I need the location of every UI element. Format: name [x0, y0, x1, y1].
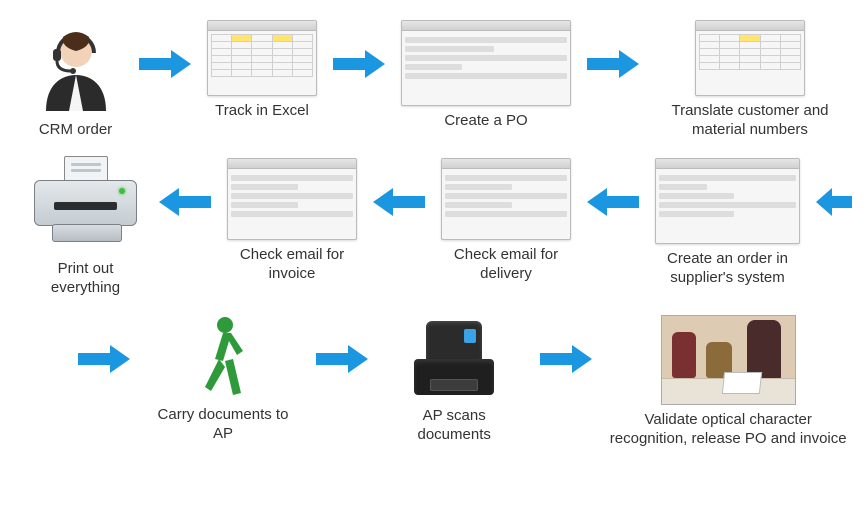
- walking-person-icon: [193, 315, 253, 400]
- step-track-excel: Track in Excel: [207, 20, 317, 121]
- step-create-po: Create a PO: [401, 20, 571, 131]
- excel-window-icon: [207, 20, 317, 96]
- step-label: Translate customer and material numbers: [655, 102, 845, 140]
- step-label: Create a PO: [444, 112, 527, 131]
- step-create-supplier-order: Create an order in supplier's system: [655, 158, 800, 288]
- printer-icon: [28, 154, 143, 254]
- step-check-invoice: Check email for invoice: [227, 158, 357, 284]
- step-label: Check email for invoice: [227, 246, 357, 284]
- step-label: Validate optical character recognition, …: [608, 411, 848, 449]
- step-label: Create an order in supplier's system: [655, 250, 800, 288]
- flow-row-3: Carry documents to AP AP scans documents…: [28, 315, 848, 449]
- step-print: Print out everything: [28, 154, 143, 298]
- step-crm-order: CRM order: [28, 20, 123, 140]
- arrow-right-icon: [68, 319, 140, 399]
- step-check-delivery: Check email for delivery: [441, 158, 571, 284]
- email-window-icon: [441, 158, 571, 240]
- arrow-left-icon: [577, 162, 649, 242]
- step-validate-ocr: Validate optical character recognition, …: [608, 315, 848, 449]
- arrow-right-icon: [129, 24, 201, 104]
- person-headset-icon: [28, 20, 123, 115]
- arrow-left-icon: [363, 162, 435, 242]
- flow-row-2: Print out everything Check email for inv…: [28, 158, 848, 298]
- arrow-right-icon: [323, 24, 395, 104]
- arrow-left-icon: [149, 162, 221, 242]
- arrow-right-icon: [306, 319, 378, 399]
- email-window-icon: [227, 158, 357, 240]
- arrow-left-icon: [806, 162, 862, 242]
- step-label: Check email for delivery: [441, 246, 571, 284]
- step-ap-scans: AP scans documents: [384, 315, 524, 445]
- step-label: CRM order: [39, 121, 112, 140]
- form-window-icon: [655, 158, 800, 244]
- flow-row-1: CRM order Track in Excel: [28, 20, 848, 140]
- step-label: Print out everything: [28, 260, 143, 298]
- step-label: Track in Excel: [215, 102, 309, 121]
- arrow-right-icon: [530, 319, 602, 399]
- step-label: AP scans documents: [384, 407, 524, 445]
- erp-window-icon: [401, 20, 571, 106]
- step-carry-to-ap: Carry documents to AP: [146, 315, 300, 444]
- arrow-right-icon: [577, 24, 649, 104]
- spreadsheet-window-icon: [695, 20, 805, 96]
- office-photo-icon: [661, 315, 796, 405]
- step-label: Carry documents to AP: [146, 406, 300, 444]
- scanner-icon: [404, 315, 504, 401]
- step-translate-numbers: Translate customer and material numbers: [655, 20, 845, 140]
